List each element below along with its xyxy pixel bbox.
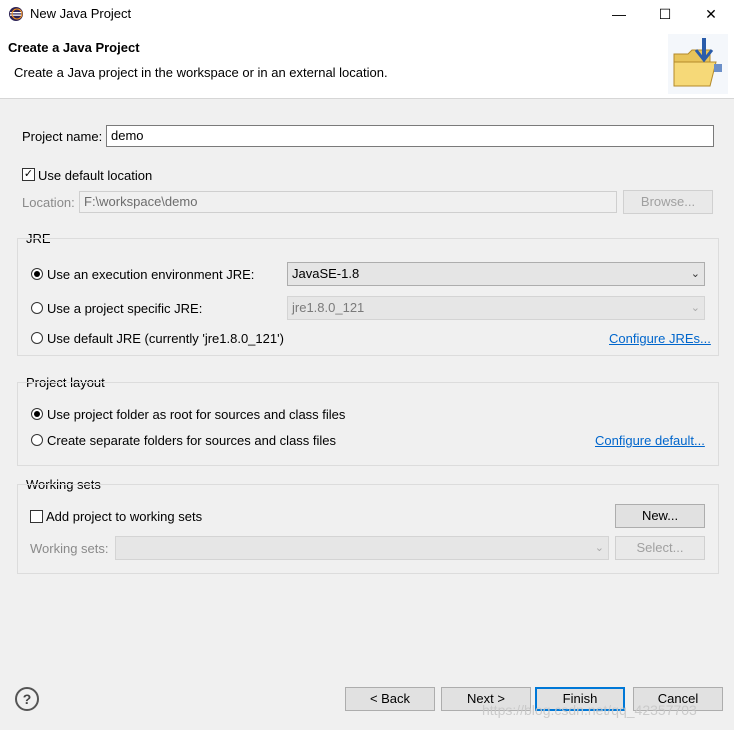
default-jre-radio[interactable]: [31, 332, 43, 344]
maximize-button[interactable]: ☐: [642, 0, 688, 28]
help-icon[interactable]: ?: [15, 687, 39, 711]
use-default-location-label: Use default location: [38, 168, 153, 183]
watermark-text: https://blog.csdn.net/qq_42357703: [482, 702, 697, 718]
layout-root-radio[interactable]: [31, 408, 43, 420]
configure-jres-link[interactable]: Configure JREs...: [609, 331, 711, 346]
browse-button[interactable]: Browse...: [623, 190, 713, 214]
eclipse-icon: [9, 7, 23, 21]
project-name-input[interactable]: demo: [106, 125, 714, 147]
layout-separate-label: Create separate folders for sources and …: [47, 433, 337, 448]
window-title: New Java Project: [30, 6, 132, 21]
title-bar: New Java Project — ☐ ✕: [0, 0, 734, 28]
new-java-project-folder-icon: [668, 34, 728, 94]
wizard-title: Create a Java Project: [8, 40, 140, 55]
project-specific-jre-radio[interactable]: [31, 302, 43, 314]
project-specific-jre-select[interactable]: jre1.8.0_121 ⌄: [287, 296, 705, 320]
layout-root-label: Use project folder as root for sources a…: [47, 407, 346, 422]
add-to-working-sets-checkbox[interactable]: [30, 510, 43, 523]
chevron-down-icon: ⌄: [690, 302, 700, 314]
project-name-label: Project name:: [22, 129, 103, 144]
back-button[interactable]: < Back: [345, 687, 435, 711]
project-layout-group: [17, 382, 719, 466]
exec-env-value: JavaSE-1.8: [292, 266, 360, 281]
add-to-working-sets-label: Add project to working sets: [46, 509, 203, 524]
exec-env-select[interactable]: JavaSE-1.8 ⌄: [287, 262, 705, 286]
layout-separate-radio[interactable]: [31, 434, 43, 446]
default-jre-label: Use default JRE (currently 'jre1.8.0_121…: [47, 331, 284, 346]
project-specific-jre-value: jre1.8.0_121: [292, 300, 365, 315]
chevron-down-icon: ⌄: [594, 542, 604, 554]
project-specific-jre-label: Use a project specific JRE:: [47, 301, 203, 316]
use-default-location-checkbox[interactable]: ✓: [22, 168, 35, 181]
wizard-header: Create a Java Project Create a Java proj…: [0, 28, 734, 99]
wizard-description: Create a Java project in the workspace o…: [14, 65, 388, 80]
configure-default-link[interactable]: Configure default...: [595, 433, 705, 448]
exec-env-label: Use an execution environment JRE:: [47, 267, 255, 282]
close-button[interactable]: ✕: [688, 0, 734, 28]
location-input[interactable]: F:\workspace\demo: [79, 191, 617, 213]
minimize-button[interactable]: —: [596, 0, 642, 28]
working-sets-group: [17, 484, 719, 574]
select-working-sets-button[interactable]: Select...: [615, 536, 705, 560]
new-working-set-button[interactable]: New...: [615, 504, 705, 528]
working-sets-label: Working sets:: [30, 541, 109, 556]
working-sets-select[interactable]: ⌄: [115, 536, 609, 560]
location-label: Location:: [22, 195, 75, 210]
exec-env-radio[interactable]: [31, 268, 43, 280]
chevron-down-icon: ⌄: [690, 268, 700, 280]
